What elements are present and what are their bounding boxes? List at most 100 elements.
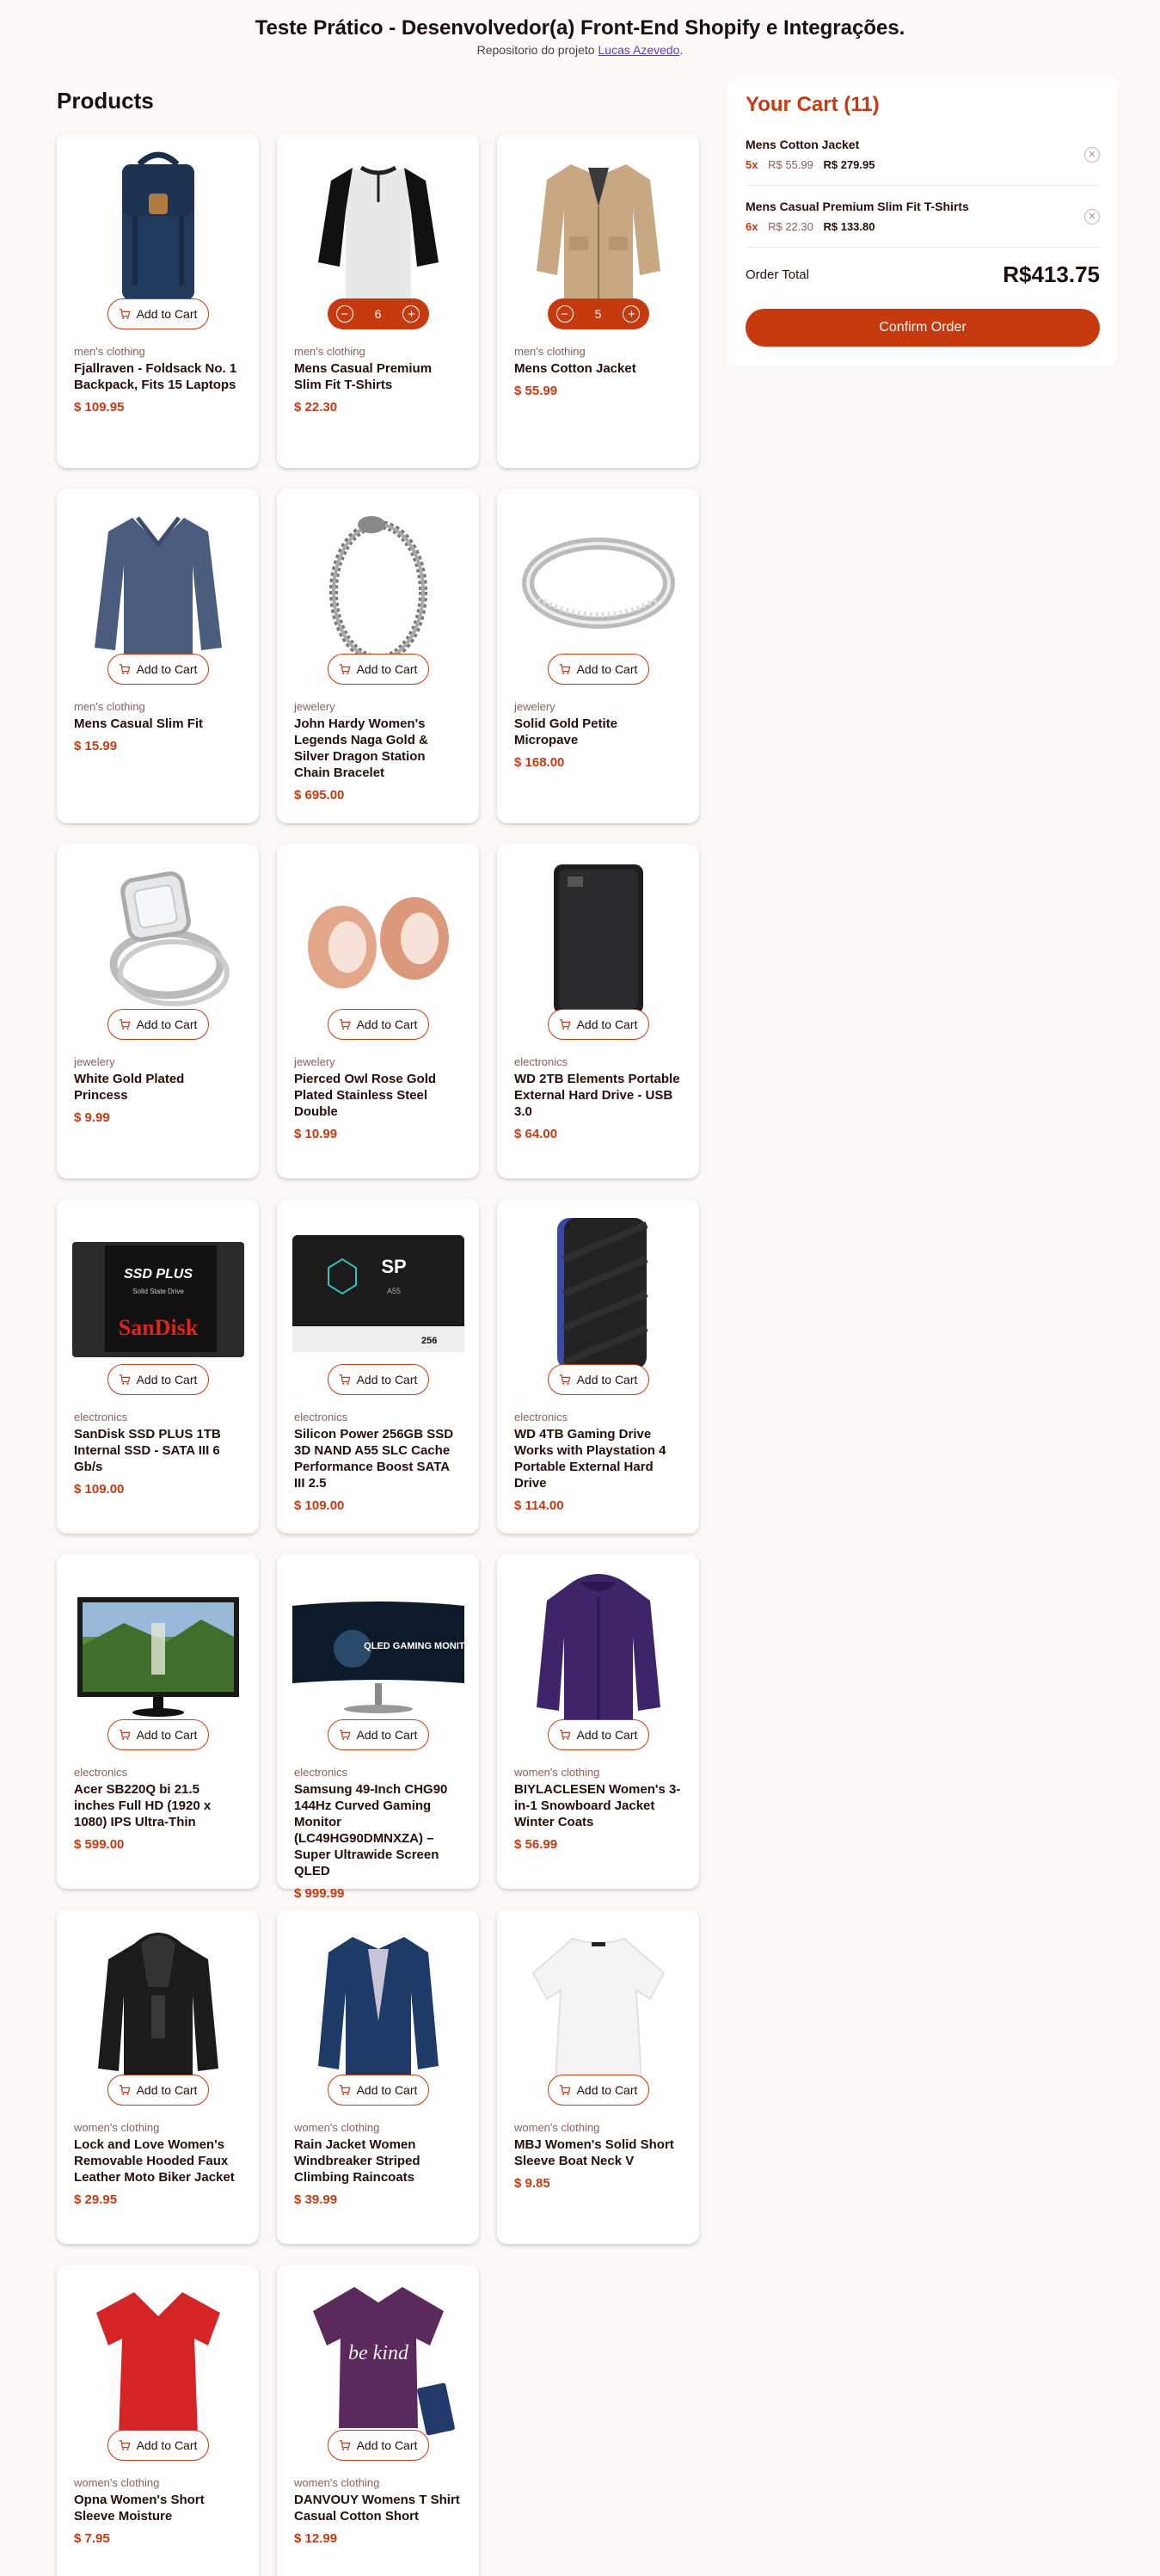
product-card: Add to Cart jewelery Pierced Owl Rose Go…: [277, 844, 479, 1178]
product-price: $ 15.99: [74, 739, 118, 753]
cart-item-name: Mens Casual Premium Slim Fit T-Shirts: [746, 200, 969, 213]
product-name: Mens Cotton Jacket: [514, 361, 636, 376]
product-image: [57, 489, 259, 669]
cotton-jacket-icon: [536, 164, 660, 304]
add-to-cart-button[interactable]: Add to Cart: [327, 1364, 429, 1395]
cart-icon: [339, 2085, 351, 2095]
quantity-stepper: − 5 +: [547, 298, 649, 329]
product-price: $ 64.00: [514, 1127, 558, 1141]
long-sleeve-shirt-icon: [94, 516, 222, 661]
product-image: [277, 489, 479, 669]
add-to-cart-label: Add to Cart: [356, 662, 418, 676]
product-card: Add to Cart electronics WD 2TB Elements …: [497, 844, 699, 1178]
cart-icon: [339, 664, 351, 674]
decrement-button[interactable]: −: [555, 305, 574, 323]
product-card: Add to Cart jewelery John Hardy Women's …: [277, 489, 479, 823]
product-card: SP A55 256 Add to Cart electronics Silicon…: [277, 1199, 479, 1534]
add-to-cart-button[interactable]: Add to Cart: [107, 654, 209, 685]
white-top-icon: [531, 1937, 665, 2082]
add-to-cart-button[interactable]: Add to Cart: [107, 2430, 209, 2461]
add-to-cart-button[interactable]: Add to Cart: [107, 1009, 209, 1040]
add-to-cart-button[interactable]: Add to Cart: [327, 2430, 429, 2461]
red-tshirt-icon: [95, 2292, 220, 2437]
add-to-cart-button[interactable]: Add to Cart: [547, 1364, 649, 1395]
product-name: Lock and Love Women's Removable Hooded F…: [74, 2137, 235, 2185]
add-to-cart-button[interactable]: Add to Cart: [547, 1719, 649, 1750]
add-to-cart-button[interactable]: Add to Cart: [107, 1719, 209, 1750]
add-to-cart-button[interactable]: Add to Cart: [327, 1009, 429, 1040]
add-to-cart-button[interactable]: Add to Cart: [327, 1719, 429, 1750]
add-to-cart-button[interactable]: Add to Cart: [547, 1009, 649, 1040]
products-title: Products: [57, 88, 154, 114]
product-card: SSD PLUS Solid State Drive SanDisk Add to …: [57, 1199, 259, 1534]
product-name: Pierced Owl Rose Gold Plated Stainless S…: [294, 1072, 437, 1119]
product-name: Opna Women's Short Sleeve Moisture: [74, 2493, 205, 2524]
product-category: jewelery: [74, 1055, 115, 1068]
svg-text:SanDisk: SanDisk: [118, 1315, 198, 1340]
product-image: QLED GAMING MONITOR: [277, 1554, 479, 1735]
add-to-cart-label: Add to Cart: [136, 2083, 198, 2097]
product-category: men's clothing: [294, 345, 365, 358]
product-image: be kind: [277, 2265, 479, 2445]
add-to-cart-label: Add to Cart: [576, 2083, 638, 2097]
product-price: $ 168.00: [514, 755, 565, 770]
add-to-cart-label: Add to Cart: [136, 1373, 198, 1386]
product-card: Add to Cart women's clothing Rain Jacket…: [277, 1909, 479, 2244]
add-to-cart-label: Add to Cart: [356, 1728, 418, 1742]
remove-item-icon[interactable]: ✕: [1084, 146, 1100, 163]
increment-button[interactable]: +: [402, 305, 420, 323]
add-to-cart-button[interactable]: Add to Cart: [547, 654, 649, 685]
curved-monitor-icon: QLED GAMING MONITOR: [292, 1602, 464, 1713]
page-subtitle: Repositorio do projeto Lucas Azevedo.: [476, 43, 684, 57]
product-card: Add to Cart jewelery Solid Gold Petite M…: [497, 489, 699, 823]
monitor-icon: [77, 1597, 239, 1717]
product-name: John Hardy Women's Legends Naga Gold & S…: [294, 716, 428, 780]
svg-text:256: 256: [421, 1336, 437, 1346]
svg-text:Solid State Drive: Solid State Drive: [132, 1288, 184, 1295]
product-price: $ 55.99: [514, 384, 558, 398]
product-image: [497, 1199, 699, 1380]
cart-icon: [119, 1730, 131, 1740]
cart-item-qty: 6x: [746, 220, 758, 233]
cart-icon: [339, 1374, 351, 1385]
product-category: women's clothing: [74, 2121, 160, 2134]
product-name: MBJ Women's Solid Short Sleeve Boat Neck…: [514, 2137, 674, 2168]
product-name: Rain Jacket Women Windbreaker Striped Cl…: [294, 2137, 420, 2185]
add-to-cart-label: Add to Cart: [136, 662, 198, 676]
quantity-value: 6: [374, 307, 382, 321]
remove-item-icon[interactable]: ✕: [1084, 208, 1100, 224]
confirm-order-button[interactable]: Confirm Order: [746, 309, 1100, 347]
svg-text:SP: SP: [381, 1256, 406, 1277]
add-to-cart-button[interactable]: Add to Cart: [327, 2075, 429, 2106]
product-image: [497, 844, 699, 1024]
author-link[interactable]: Lucas Azevedo: [598, 43, 680, 57]
cart-icon: [339, 2440, 351, 2450]
product-card: Add to Cart women's clothing BIYLACLESEN…: [497, 1554, 699, 1889]
add-to-cart-button[interactable]: Add to Cart: [547, 2075, 649, 2106]
add-to-cart-button[interactable]: Add to Cart: [107, 1364, 209, 1395]
product-name: Fjallraven - Foldsack No. 1 Backpack, Fi…: [74, 361, 237, 392]
add-to-cart-button[interactable]: Add to Cart: [327, 654, 429, 685]
product-category: jewelery: [294, 700, 335, 713]
add-to-cart-label: Add to Cart: [576, 1017, 638, 1031]
cart-item-unit-price: R$ 22.30: [768, 220, 813, 233]
cart-icon: [119, 2085, 131, 2095]
add-to-cart-button[interactable]: Add to Cart: [107, 2075, 209, 2106]
product-name: DANVOUY Womens T Shirt Casual Cotton Sho…: [294, 2493, 460, 2524]
product-price: $ 109.00: [294, 1498, 345, 1513]
decrement-button[interactable]: −: [335, 305, 353, 323]
cart-item-qty: 5x: [746, 158, 758, 171]
backpack-icon: [121, 151, 194, 300]
add-to-cart-button[interactable]: Add to Cart: [107, 298, 209, 329]
order-total: Order Total R$413.75: [746, 261, 1100, 288]
quantity-value: 5: [594, 307, 602, 321]
hard-drive-icon: [553, 864, 643, 1014]
cart-item-name: Mens Cotton Jacket: [746, 138, 860, 151]
product-card: QLED GAMING MONITOR Add to Cart electron…: [277, 1554, 479, 1901]
svg-text:SSD PLUS: SSD PLUS: [123, 1267, 192, 1282]
add-to-cart-label: Add to Cart: [136, 1017, 198, 1031]
product-image: [57, 1554, 259, 1735]
cart-panel: Your Cart (11) Mens Cotton Jacket 5x R$ …: [727, 77, 1118, 366]
increment-button[interactable]: +: [623, 305, 641, 323]
add-to-cart-label: Add to Cart: [576, 662, 638, 676]
